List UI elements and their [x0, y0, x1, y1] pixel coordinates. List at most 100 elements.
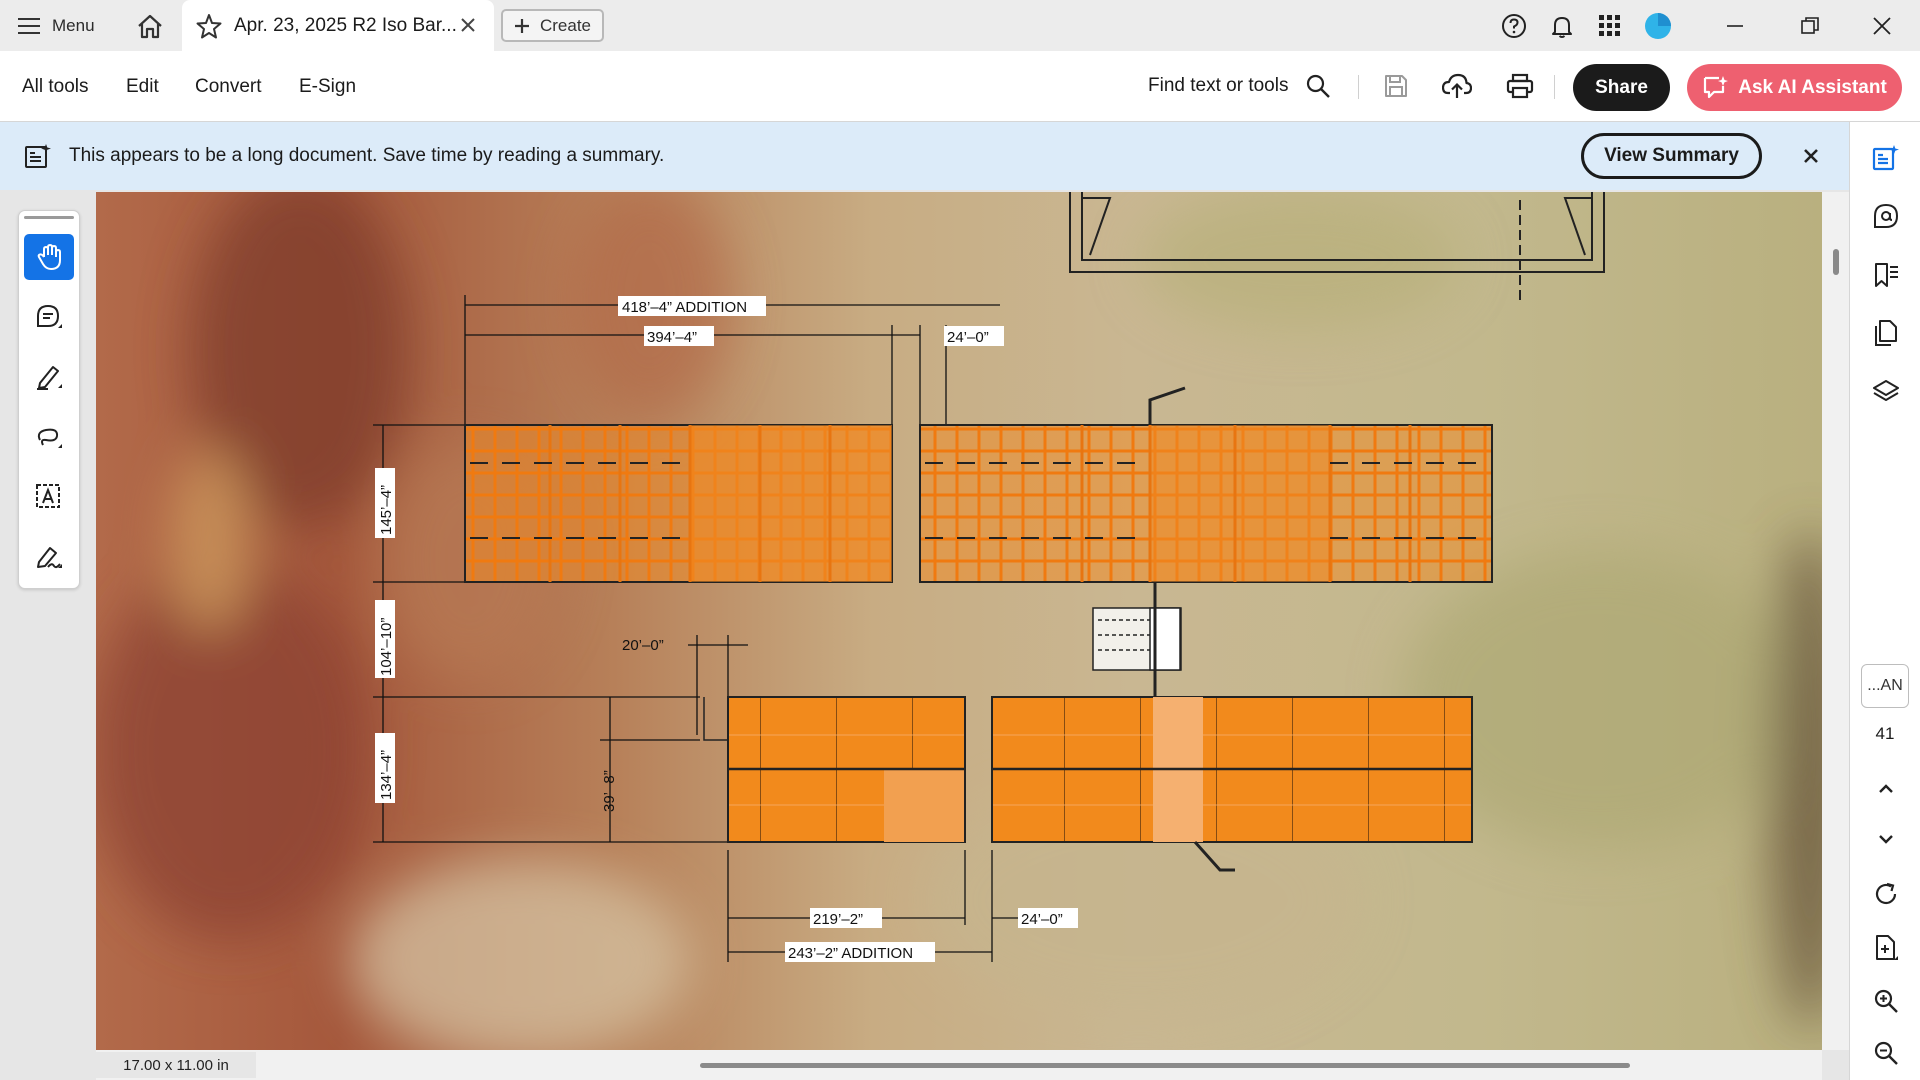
home-icon	[138, 14, 162, 39]
menu-e-sign[interactable]: E-Sign	[299, 76, 356, 98]
document-page[interactable]: 418’–4” ADDITION 394’–4” 24’–0” 145’–4” …	[96, 192, 1822, 1050]
hamburger-icon	[18, 18, 40, 34]
upload-button[interactable]	[1441, 70, 1473, 102]
draw-tool-button[interactable]	[24, 414, 74, 460]
profile-avatar[interactable]	[1643, 11, 1673, 41]
fill-sign-tool-button[interactable]	[24, 534, 74, 580]
close-banner-icon[interactable]	[1797, 142, 1825, 170]
find-text-or-tools[interactable]: Find text or tools	[1148, 75, 1288, 97]
page-size-label: 17.00 x 11.00 in	[96, 1052, 256, 1078]
chevron-down-icon	[1879, 835, 1893, 844]
dim-bottom-right: 24’–0”	[1021, 911, 1063, 928]
layers-panel-button[interactable]	[1869, 375, 1903, 409]
add-comment-button[interactable]	[24, 294, 74, 340]
generative-summary-button[interactable]	[1869, 141, 1903, 175]
minimize-button[interactable]	[1720, 11, 1750, 41]
page-label-box[interactable]: ...AN	[1861, 664, 1909, 708]
apps-button[interactable]	[1595, 11, 1625, 41]
text-box-tool-button[interactable]	[24, 474, 74, 520]
hand-tool-button[interactable]	[24, 234, 74, 280]
zoom-out-icon	[1874, 1041, 1898, 1065]
menu-label: Menu	[52, 16, 95, 35]
home-button[interactable]	[134, 11, 166, 41]
share-button[interactable]: Share	[1573, 64, 1670, 111]
barn-upper-left	[464, 424, 893, 583]
dim-bottom-left: 219’–2”	[813, 911, 863, 928]
layers-icon	[1873, 380, 1899, 401]
comments-panel-button[interactable]	[1869, 199, 1903, 233]
save-button[interactable]	[1380, 70, 1412, 102]
zoom-out-button[interactable]	[1869, 1036, 1903, 1070]
pages-icon	[1875, 320, 1897, 346]
menu-edit[interactable]: Edit	[126, 76, 159, 98]
star-icon[interactable]	[196, 13, 222, 39]
panel-handle[interactable]	[24, 216, 74, 219]
pen-icon	[37, 366, 62, 390]
menu-all-tools[interactable]: All tools	[22, 76, 89, 98]
chevron-up-icon	[1879, 784, 1893, 793]
close-window-button[interactable]	[1867, 11, 1897, 41]
print-icon	[1506, 73, 1534, 99]
dim-left-lower: 134’–4”	[378, 750, 395, 800]
tab-title: Apr. 23, 2025 R2 Iso Bar...	[234, 15, 457, 36]
next-page-button[interactable]	[1869, 822, 1903, 856]
page-number[interactable]: 41	[1861, 724, 1909, 744]
dim-left-upper: 145’–4”	[378, 485, 395, 535]
restore-button[interactable]	[1795, 11, 1825, 41]
comment-at-icon	[1874, 203, 1899, 228]
summary-banner: This appears to be a long document. Save…	[0, 122, 1849, 190]
close-icon	[1873, 17, 1891, 35]
close-tab-icon[interactable]	[459, 16, 477, 34]
view-summary-button[interactable]: View Summary	[1581, 133, 1762, 179]
ask-ai-label: Ask AI Assistant	[1738, 76, 1887, 98]
highlight-tool-button[interactable]	[24, 354, 74, 400]
comment-icon	[37, 304, 62, 328]
dim-small-offset: 20’–0”	[622, 637, 664, 654]
dim-left-gap: 104’–10”	[378, 618, 395, 676]
zoom-in-button[interactable]	[1869, 984, 1903, 1018]
print-button[interactable]	[1504, 70, 1536, 102]
freehand-icon	[37, 428, 62, 448]
page-display-button[interactable]	[1869, 931, 1903, 965]
hand-icon	[37, 244, 61, 270]
ai-assistant-icon	[1704, 75, 1729, 98]
pages-panel-button[interactable]	[1869, 316, 1903, 350]
ask-ai-assistant-button[interactable]: Ask AI Assistant	[1687, 64, 1902, 111]
menu-button[interactable]: Menu	[18, 14, 95, 38]
cloud-upload-icon	[1442, 73, 1472, 98]
vertical-scrollbar[interactable]	[1822, 192, 1849, 1050]
title-bar: Menu Apr. 23, 2025 R2 Iso Bar... Create	[0, 0, 1920, 51]
previous-page-button[interactable]	[1869, 772, 1903, 806]
banner-message: This appears to be a long document. Save…	[69, 145, 665, 166]
vertical-scroll-thumb[interactable]	[1833, 249, 1839, 275]
plus-icon	[514, 18, 529, 33]
search-button[interactable]	[1302, 70, 1334, 102]
dim-lower-side: 39’–8”	[601, 770, 618, 812]
notifications-button[interactable]	[1547, 11, 1577, 41]
bell-icon	[1552, 17, 1572, 38]
bookmark-icon	[1875, 263, 1898, 287]
horizontal-scroll-thumb[interactable]	[700, 1063, 1630, 1068]
restore-icon	[1801, 17, 1819, 34]
create-button[interactable]: Create	[501, 9, 604, 42]
dim-top-right: 24’–0”	[947, 329, 989, 346]
dim-top-left: 394’–4”	[647, 329, 697, 346]
document-tab[interactable]: Apr. 23, 2025 R2 Iso Bar...	[182, 0, 494, 51]
help-icon	[1502, 14, 1526, 38]
apps-grid-icon	[1599, 15, 1620, 36]
barn-lower-left	[703, 696, 966, 843]
toolbar-divider	[1358, 75, 1359, 99]
menu-convert[interactable]: Convert	[195, 76, 262, 98]
summary-icon	[25, 144, 51, 168]
avatar-icon	[1645, 13, 1671, 39]
save-icon	[1385, 75, 1407, 97]
summary-icon	[1872, 145, 1899, 171]
main-toolbar: All tools Edit Convert E-Sign Find text …	[0, 51, 1920, 122]
bookmarks-panel-button[interactable]	[1869, 258, 1903, 292]
status-bar: 17.00 x 11.00 in	[96, 1050, 1822, 1080]
rotate-button[interactable]	[1869, 877, 1903, 911]
help-button[interactable]	[1499, 11, 1529, 41]
create-label: Create	[539, 15, 592, 35]
search-icon	[1306, 74, 1330, 98]
quick-tools-panel	[18, 210, 80, 589]
